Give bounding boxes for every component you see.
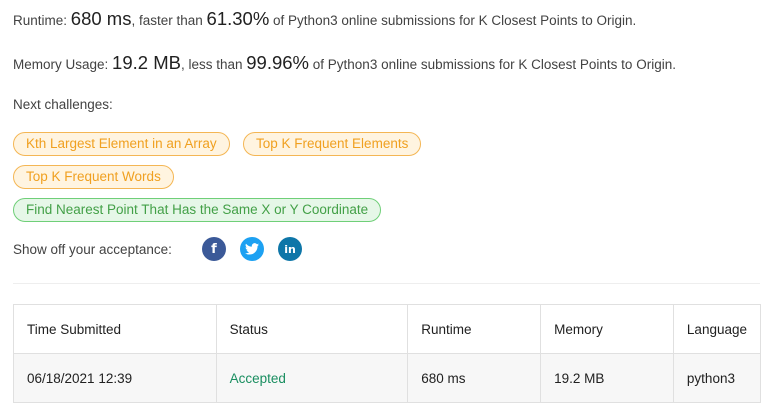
column-header: Runtime [407,304,542,354]
challenge-chip[interactable]: Top K Frequent Elements [243,132,422,156]
section-divider [13,283,760,284]
runtime-comparison-text: , faster than [131,13,203,28]
memory-cell: 19.2 MB [540,353,674,403]
table-header-row: Time Submitted Status Runtime Memory Lan… [13,304,762,354]
twitter-bird-glyph [245,243,259,255]
memory-label: Memory Usage: [13,57,109,72]
next-challenges-label: Next challenges: [13,97,113,112]
status-link[interactable]: Accepted [230,371,286,386]
runtime-percentile: 61.30% [206,8,270,29]
column-header: Status [215,304,409,354]
column-header: Time Submitted [13,304,217,354]
column-header: Memory [540,304,674,354]
memory-percentile: 99.96% [246,52,310,73]
table-row[interactable]: 06/18/2021 12:39 Accepted 680 ms 19.2 MB… [13,353,762,403]
runtime-label: Runtime: [13,13,68,28]
submissions-table: Time Submitted Status Runtime Memory Lan… [13,304,762,403]
time-submitted-cell: 06/18/2021 12:39 [13,353,217,403]
memory-stat: Memory Usage: 19.2 MB, less than 99.96% … [13,52,676,74]
memory-description: of Python3 online submissions for K Clos… [312,57,676,72]
memory-value: 19.2 MB [112,52,181,73]
twitter-icon[interactable] [240,237,264,261]
column-header: Language [672,304,762,354]
runtime-value: 680 ms [70,8,132,29]
status-cell: Accepted [215,353,409,403]
language-cell: python3 [672,353,762,403]
runtime-description: of Python3 online submissions for K Clos… [273,13,637,28]
challenge-chip[interactable]: Find Nearest Point That Has the Same X o… [13,198,382,222]
challenge-chip[interactable]: Kth Largest Element in an Array [13,132,230,156]
memory-comparison-text: , less than [180,57,243,72]
share-label: Show off your acceptance: [13,242,172,257]
challenge-chip[interactable]: Top K Frequent Words [13,165,174,189]
linkedin-icon[interactable]: in [278,237,302,261]
runtime-cell: 680 ms [407,353,542,403]
runtime-stat: Runtime: 680 ms, faster than 61.30% of P… [13,8,636,30]
facebook-icon[interactable]: f [202,237,226,261]
